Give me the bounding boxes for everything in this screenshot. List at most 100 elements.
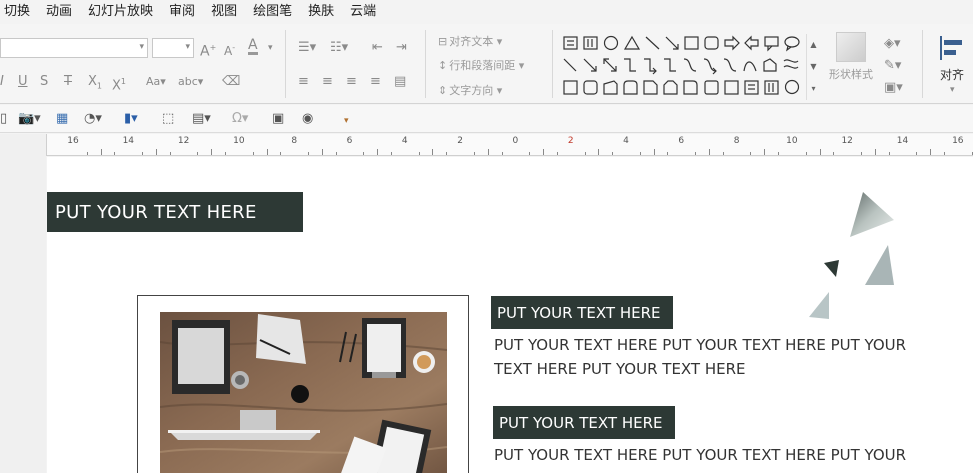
chevron-up-icon[interactable]: ▲	[807, 34, 820, 56]
ruler-tick	[584, 152, 586, 155]
align-left-icon[interactable]: ≡	[298, 74, 309, 90]
ruler-tick	[390, 152, 392, 155]
font-size-select[interactable]: ▾	[152, 38, 194, 58]
ruler-tick	[653, 149, 655, 155]
align-center-icon[interactable]: ≡	[322, 74, 333, 90]
ruler-label: 12	[841, 136, 853, 146]
ruler-tick	[930, 149, 932, 155]
ruler-tick	[308, 152, 310, 155]
ruler-label: 14	[896, 136, 909, 146]
title-banner[interactable]: PUT YOUR TEXT HERE	[47, 192, 303, 232]
section1-heading-banner[interactable]: PUT YOUR TEXT HERE	[491, 296, 673, 329]
group-separator	[552, 30, 553, 98]
ruler-tick	[142, 152, 144, 155]
shape-style-label: 形状样式	[829, 68, 873, 81]
camera-icon[interactable]: 📷▾	[18, 111, 41, 127]
chevron-down-icon: ▾	[950, 85, 955, 95]
photo-frame[interactable]	[137, 295, 469, 473]
ruler-tick	[639, 152, 641, 155]
ruler-label: 2	[457, 136, 463, 146]
group-separator	[922, 30, 923, 98]
superscript-icon[interactable]: X1	[112, 74, 126, 94]
ruler-tick	[321, 149, 323, 155]
image-icon[interactable]: ▦	[56, 111, 68, 127]
menu-drawing-pen[interactable]: 绘图笔	[247, 0, 302, 24]
shape-gallery[interactable]	[560, 34, 806, 100]
ruler-label: 10	[786, 136, 798, 146]
section1-body[interactable]: PUT YOUR TEXT HERE PUT YOUR TEXT HERE PU…	[494, 333, 934, 381]
chart-icon[interactable]: ▮▾	[124, 111, 138, 127]
select-icon[interactable]: ⬚	[162, 111, 174, 127]
shape-style-button[interactable]: 形状样式	[826, 32, 876, 102]
text-direction-label: 文字方向	[449, 84, 494, 97]
customize-toolbar-icon[interactable]: ▾	[344, 113, 349, 129]
align-right-icon[interactable]: ≡	[346, 74, 357, 90]
horizontal-ruler[interactable]: 16 14 12 10 8 6 4 2 0 2 4 6 8 10 12 14 16	[46, 134, 973, 156]
screen-record-icon[interactable]: ◉	[302, 111, 313, 127]
change-case-icon[interactable]: Aa▾	[146, 74, 166, 90]
align-text-icon: ⊟	[438, 35, 448, 48]
text-direction-button[interactable]: ⇕ 文字方向 ▾	[438, 84, 502, 98]
menu-cloud[interactable]: 云端	[344, 0, 386, 24]
menu-review[interactable]: 审阅	[163, 0, 205, 24]
subscript-icon[interactable]: X1	[88, 74, 102, 95]
ruler-tick	[266, 149, 268, 155]
ruler-tick	[335, 152, 337, 155]
ruler-label: 0	[512, 136, 519, 146]
ruler-label: 2	[567, 136, 574, 146]
ruler-label: 16	[67, 136, 79, 146]
font-name-select[interactable]: ▾	[0, 38, 148, 58]
ruler-tick	[86, 152, 88, 155]
distribute-icon[interactable]: ▤	[394, 74, 406, 90]
gallery-scrollbar[interactable]: ▲ ▼ ▾	[806, 34, 820, 100]
line-spacing-button[interactable]: ↕ 行和段落间距 ▾	[438, 59, 524, 73]
increase-indent-icon[interactable]: ⇥	[396, 40, 407, 56]
font-color-icon[interactable]: A	[248, 38, 258, 55]
menu-animation[interactable]: 动画	[40, 0, 82, 24]
slide-canvas[interactable]: PUT YOUR TEXT HERE PUT YOUR TEXT HERE PU…	[47, 157, 973, 473]
italic-icon[interactable]: I	[0, 74, 4, 90]
section2-body[interactable]: PUT YOUR TEXT HERE PUT YOUR TEXT HERE PU…	[494, 443, 934, 467]
chevron-down-icon[interactable]: ▼	[807, 56, 820, 78]
justify-icon[interactable]: ≡	[370, 74, 381, 90]
menu-transition[interactable]: 切换	[0, 0, 40, 24]
character-spacing-icon[interactable]: abc▾	[178, 74, 203, 90]
bullets-icon[interactable]: ☰▾	[298, 40, 316, 56]
fill-color-icon[interactable]: ◈▾	[884, 36, 901, 52]
outline-color-icon[interactable]: ✎▾	[884, 58, 901, 74]
toolbar-edge-icon[interactable]: ▯	[0, 111, 7, 127]
desk-photo[interactable]	[160, 312, 447, 473]
align-icon	[940, 36, 962, 60]
menu-skin[interactable]: 换肤	[302, 0, 344, 24]
section2-heading: PUT YOUR TEXT HERE	[499, 414, 663, 432]
strikethrough-icon[interactable]: T	[64, 74, 72, 90]
textbox-icon[interactable]: ▤▾	[192, 111, 211, 127]
menu-slideshow[interactable]: 幻灯片放映	[82, 0, 163, 24]
numbering-icon[interactable]: ☷▾	[330, 40, 348, 56]
ruler-label: 14	[122, 136, 135, 146]
ruler-tick	[722, 152, 724, 155]
ruler-label: 4	[623, 136, 629, 146]
ruler-tick	[778, 152, 780, 155]
video-icon[interactable]: ▣	[272, 111, 284, 127]
chevron-down-icon[interactable]: ▾	[268, 40, 273, 56]
shapes-insert-icon[interactable]: ◔▾	[84, 111, 102, 127]
underline-icon[interactable]: U	[18, 74, 28, 90]
shape-effects-icon[interactable]: ▣▾	[884, 80, 903, 96]
shadow-text-icon[interactable]: S	[40, 74, 48, 90]
section2-heading-banner[interactable]: PUT YOUR TEXT HERE	[493, 406, 675, 439]
ruler-tick	[114, 152, 116, 155]
ruler-tick	[750, 152, 752, 155]
ruler-tick	[943, 152, 945, 155]
menu-view[interactable]: 视图	[205, 0, 247, 24]
decrease-indent-icon[interactable]: ⇤	[372, 40, 383, 56]
decorative-triangles	[809, 192, 894, 319]
decrease-font-icon[interactable]: A-	[224, 40, 235, 59]
clear-format-icon[interactable]: ⌫	[222, 74, 240, 90]
increase-font-icon[interactable]: A+	[200, 40, 216, 60]
align-button[interactable]: 对齐 ▾	[932, 32, 973, 102]
align-text-button[interactable]: ⊟ 对齐文本 ▾	[438, 35, 502, 49]
symbol-icon[interactable]: Ω▾	[232, 111, 248, 127]
more-icon[interactable]: ▾	[807, 78, 820, 100]
ruler-label: 8	[291, 136, 298, 146]
